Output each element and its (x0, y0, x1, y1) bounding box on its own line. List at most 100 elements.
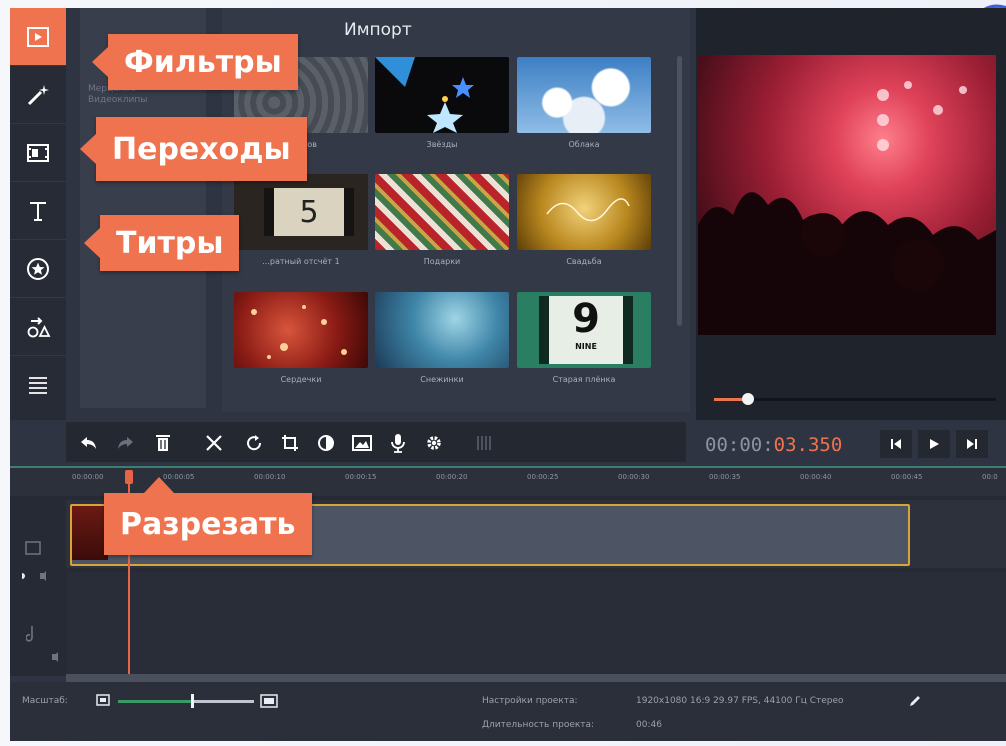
edit-settings-icon[interactable] (908, 694, 922, 708)
thumbnail-wedding[interactable] (517, 174, 651, 250)
undo-button[interactable] (74, 430, 104, 456)
category-item[interactable]: Видеоклипы (88, 95, 147, 105)
sidebar-item-more[interactable] (10, 356, 66, 413)
thumbnail-label: Свадьба (566, 257, 602, 266)
playhead-handle[interactable] (125, 470, 133, 484)
contrast-icon (318, 435, 334, 451)
scissors-icon (206, 435, 222, 451)
script-ornament-icon (546, 198, 630, 222)
play-icon (930, 439, 939, 449)
undo-icon (81, 437, 96, 449)
thumbnail-clouds[interactable] (517, 57, 651, 133)
sidebar-item-filters[interactable] (10, 66, 66, 124)
callout-titles: Титры (83, 215, 240, 271)
import-icon (27, 26, 49, 47)
timecode-current: 03.350 (773, 434, 843, 456)
zoom-in-icon[interactable] (260, 694, 278, 708)
crop-button[interactable] (276, 430, 304, 456)
track-video-icon (25, 541, 41, 555)
zoom-slider-handle[interactable] (191, 694, 194, 708)
thumbnail-countdown[interactable]: 5 (234, 174, 368, 250)
equalizer-button[interactable] (470, 430, 498, 456)
thumbnail-label: Облака (568, 140, 600, 149)
settings-button[interactable] (420, 430, 448, 456)
track-controls-audio (26, 626, 58, 662)
skip-back-icon (891, 439, 901, 449)
video-preview (698, 55, 996, 335)
record-voice-button[interactable] (384, 430, 412, 456)
zoom-slider-track[interactable] (193, 700, 254, 703)
ruler-tick-label: 00:00:15 (345, 473, 377, 481)
gear-icon (427, 436, 441, 450)
hearts-icon (251, 305, 347, 359)
thumbnail-label: Снежинки (420, 375, 464, 384)
magic-wand-icon (27, 84, 49, 105)
callout-cut: Разрезать (104, 477, 312, 555)
countdown-digit: 5 (264, 188, 354, 236)
sidebar-item-transitions[interactable] (10, 124, 66, 182)
old-film-digit: 9 (572, 296, 600, 342)
project-settings-label: Настройки проекта: (482, 696, 578, 706)
ruler-tick-label: 00:00:30 (618, 473, 650, 481)
color-adjust-button[interactable] (312, 430, 340, 456)
seek-bar[interactable] (714, 398, 996, 401)
zoom-label: Масштаб: (22, 696, 68, 706)
thumbnail-hearts[interactable] (234, 292, 368, 368)
thumbnail-old-film[interactable]: 9 NINE (517, 292, 651, 368)
audio-track[interactable] (66, 572, 1006, 676)
thumbnail-label: Сердечки (280, 375, 322, 384)
prev-frame-button[interactable] (880, 430, 912, 458)
image-button[interactable] (348, 430, 376, 456)
redo-icon (118, 437, 133, 449)
thumbnail-stars[interactable] (375, 57, 509, 133)
clip-thumbnail (72, 506, 108, 560)
next-frame-button[interactable] (956, 430, 988, 458)
ruler-tick-label: 00:00:20 (436, 473, 468, 481)
image-icon (352, 435, 372, 451)
old-film-caption: NINE (575, 342, 597, 351)
thumbnail-label: Подарки (423, 257, 461, 266)
cut-button[interactable] (198, 430, 230, 456)
sidebar-item-titles[interactable] (10, 182, 66, 240)
thumbnail-label: ...ратный отсчёт 1 (262, 257, 340, 266)
timeline-scrollbar[interactable] (66, 674, 1006, 682)
ruler-tick-label: 00:00:10 (254, 473, 286, 481)
star-circle-icon (27, 257, 49, 280)
duration-value: 00:46 (636, 720, 662, 730)
thumbnail-label: Старая плёнка (552, 375, 616, 384)
track-visibility-icon (22, 573, 25, 579)
timecode: 00:00:03.350 (705, 434, 842, 456)
microphone-icon (391, 434, 405, 453)
duration-label: Длительность проекта: (482, 720, 595, 730)
ruler-tick-label: 00:00:45 (891, 473, 923, 481)
thumbnail-label: Звёзды (426, 140, 458, 149)
redo-button[interactable] (110, 430, 140, 456)
callout-filters: Фильтры (92, 34, 298, 90)
trash-icon (156, 435, 170, 451)
old-film-frame: 9 NINE (539, 296, 633, 364)
sidebar-item-shapes[interactable] (10, 298, 66, 356)
thumbnail-snowflakes[interactable] (375, 292, 509, 368)
ruler-tick-label: 00:0 (982, 473, 998, 481)
track-controls-video (22, 541, 46, 581)
ruler-tick-label: 00:00:25 (527, 473, 559, 481)
seek-handle[interactable] (742, 393, 754, 405)
transitions-icon (27, 143, 49, 162)
play-button[interactable] (918, 430, 950, 458)
equalizer-icon (477, 436, 491, 450)
sidebar-item-stickers[interactable] (10, 240, 66, 298)
rotate-button[interactable] (240, 430, 268, 456)
track-volume-icon (52, 652, 58, 662)
thumbnail-gifts[interactable] (375, 174, 509, 250)
crop-icon (282, 435, 298, 451)
callout-transitions: Переходы (80, 117, 307, 181)
zoom-out-icon[interactable] (96, 694, 110, 706)
concert-crowd-image (698, 81, 996, 335)
delete-button[interactable] (148, 430, 178, 456)
project-settings-value: 1920x1080 16:9 29.97 FPS, 44100 Гц Стере… (636, 696, 844, 706)
rotate-icon (247, 435, 262, 451)
sidebar-item-import[interactable] (10, 8, 66, 66)
skip-forward-icon (967, 439, 977, 449)
gallery-scrollbar[interactable] (677, 56, 682, 326)
shapes-icon (27, 316, 51, 337)
